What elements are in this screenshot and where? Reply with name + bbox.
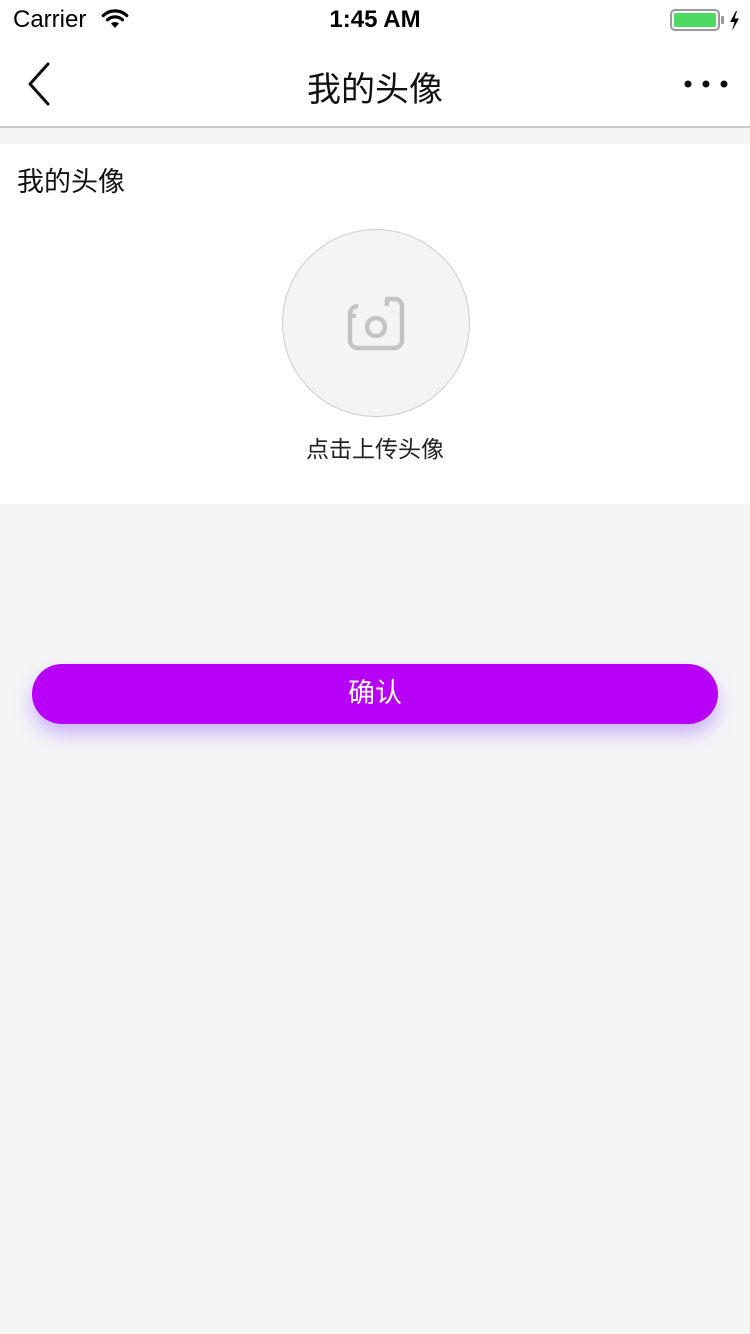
upload-hint: 点击上传头像 — [306, 437, 444, 463]
camera-icon — [347, 296, 405, 356]
status-bar: Carrier 1:45 AM — [0, 0, 750, 40]
avatar-section: 我的头像 点击上传头像 — [0, 144, 750, 504]
more-horizontal-icon — [684, 80, 728, 88]
battery-icon — [670, 9, 742, 37]
more-button[interactable] — [678, 70, 734, 98]
section-title: 我的头像 — [17, 167, 125, 198]
avatar-upload-button[interactable] — [282, 229, 470, 417]
page-title: 我的头像 — [307, 70, 443, 110]
status-time: 1:45 AM — [329, 6, 421, 33]
nav-bar: 我的头像 — [0, 40, 750, 128]
confirm-button[interactable]: 确认 — [32, 664, 718, 724]
